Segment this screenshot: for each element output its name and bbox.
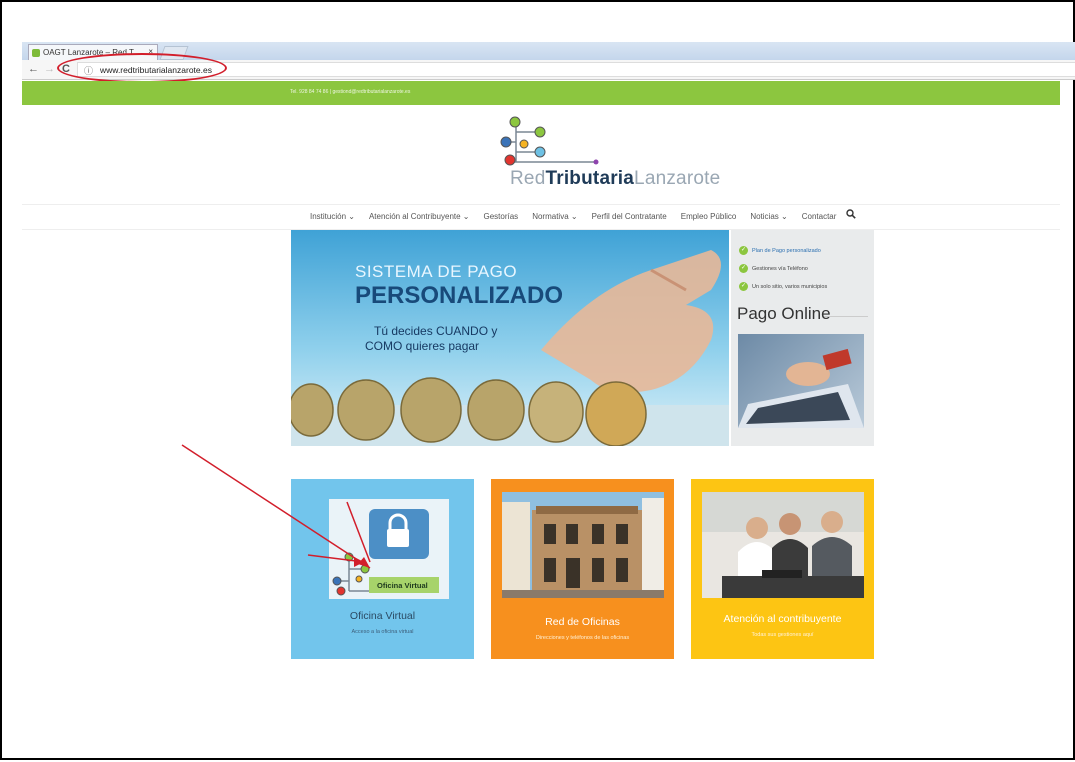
sidebar-item-label: Gestiones vía Teléfono [752,265,808,272]
tile-title: Atención al contribuyente [723,613,842,625]
divider [824,316,868,317]
site-top-bar: Tel. 928 84 74 86 | gestiond@redtributar… [22,81,1060,105]
nav-item-institucion[interactable]: Institución ⌄ [310,212,355,221]
nav-item-gestorias[interactable]: Gestorías [484,212,519,221]
banner-heading-2: PERSONALIZADO [355,282,564,309]
banner-text-1: Tú decides CUANDO y [374,324,498,338]
site-favicon-icon [32,49,40,57]
sidebar-item-label: Plan de Pago personalizado [752,247,821,254]
annotation-circle [57,53,227,83]
tile-title: Oficina Virtual [349,610,416,622]
banner-heading-1: SISTEMA DE PAGO [355,262,518,281]
pago-online-title[interactable]: Pago Online [737,304,831,324]
screenshot-frame: OAGT Lanzarote – Red T × ← → C ⓘ www.red… [0,0,1075,760]
oficina-virtual-label: Oficina Virtual [369,577,439,593]
tile-subtitle: Direcciones y teléfonos de las oficinas [535,635,630,641]
back-icon[interactable]: ← [28,63,39,75]
hero-banner[interactable]: SISTEMA DE PAGO PERSONALIZADO Tú decides… [291,230,729,446]
atencion-image [702,492,864,598]
contact-info[interactable]: Tel. 928 84 74 86 | gestiond@redtributar… [290,89,410,95]
banner-text-2: COMO quieres pagar [365,339,480,353]
nav-item-normativa[interactable]: Normativa ⌄ [532,212,577,221]
tile-title: Red de Oficinas [545,616,620,628]
check-icon: ✓ [739,264,748,273]
sidebar-item-municipios[interactable]: ✓ Un solo sitio, varios municipios [739,282,827,291]
logo-wordmark[interactable]: RedTributariaLanzarote [510,168,720,190]
forward-icon[interactable]: → [44,63,55,75]
tile-subtitle: Todas sus gestiones aquí [751,632,814,638]
tile-atencion-contribuyente[interactable]: Atención al contribuyente Todas sus gest… [691,479,874,659]
sidebar-item-plan[interactable]: ✓ Plan de Pago personalizado [739,246,821,255]
nav-item-contactar[interactable]: Contactar [802,212,837,221]
nav-item-perfil[interactable]: Perfil del Contratante [592,212,667,221]
nav-item-atencion[interactable]: Atención al Contribuyente ⌄ [369,212,470,221]
search-icon[interactable] [846,209,856,222]
logo-part-lanzarote: Lanzarote [634,168,721,189]
nav-items: Institución ⌄ Atención al Contribuyente … [310,212,836,221]
sidebar-item-telefono[interactable]: ✓ Gestiones vía Teléfono [739,264,808,273]
check-icon: ✓ [739,282,748,291]
red-oficinas-image [502,492,664,598]
logo-part-red: Red [510,168,546,189]
url-field[interactable]: ⓘ www.redtributarialanzarote.es [77,62,1075,77]
logo-part-tributaria: Tributaria [545,168,635,189]
main-nav: Institución ⌄ Atención al Contribuyente … [22,204,1060,230]
check-icon: ✓ [739,246,748,255]
oficina-virtual-image: Oficina Virtual [329,499,449,599]
tile-subtitle: Acceso a la oficina virtual [351,629,414,635]
tile-red-oficinas[interactable]: Red de Oficinas Direcciones y teléfonos … [491,479,674,659]
pago-online-image[interactable] [738,334,864,428]
sidebar-item-label: Un solo sitio, varios municipios [752,283,828,290]
nav-item-empleo[interactable]: Empleo Público [681,212,737,221]
nav-item-noticias[interactable]: Noticias ⌄ [750,212,787,221]
tile-oficina-virtual[interactable]: Oficina Virtual Oficina Virtual Acceso a… [291,479,474,659]
